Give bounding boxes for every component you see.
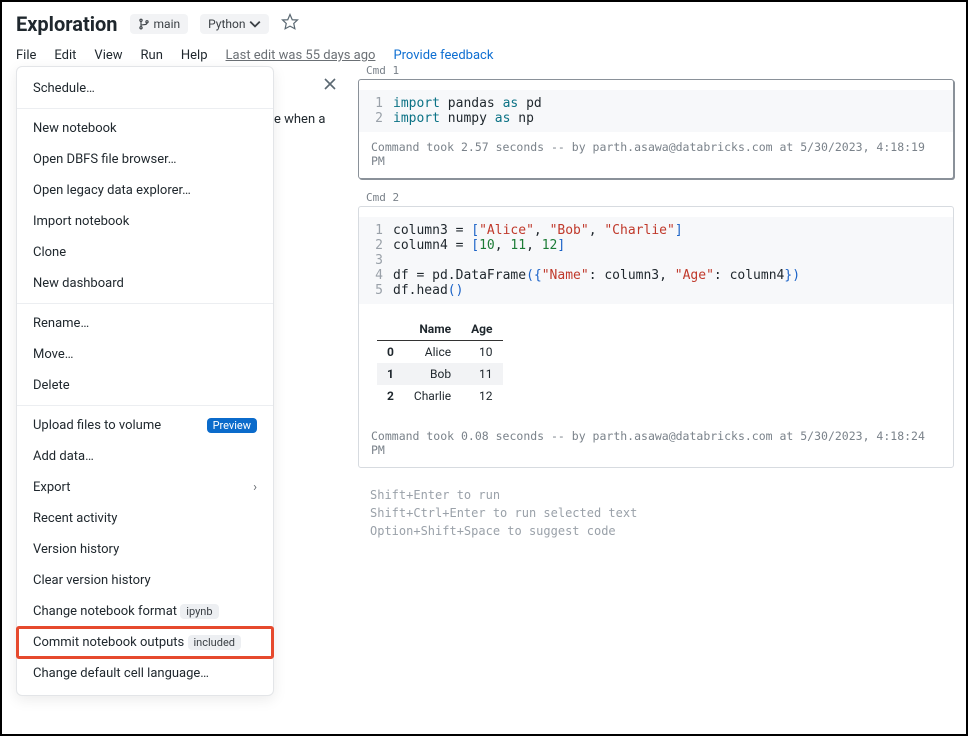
format-badge: ipynb (180, 604, 218, 619)
menu-item-clone[interactable]: Clone (17, 237, 273, 268)
menu-view[interactable]: View (94, 48, 122, 63)
df-row-index: 2 (377, 385, 404, 407)
menu-item-move[interactable]: Move… (17, 339, 273, 370)
menu-item-add-data[interactable]: Add data… (17, 441, 273, 472)
preview-badge: Preview (207, 418, 257, 433)
cell-status: Command took 2.57 seconds -- by parth.as… (359, 132, 953, 178)
hint-line: Shift+Ctrl+Enter to run selected text (370, 504, 942, 522)
menu-item-upload-volume[interactable]: Upload files to volume Preview (17, 410, 273, 441)
code-line[interactable]: df.head() (393, 283, 463, 298)
notebook-title[interactable]: Exploration (16, 12, 118, 36)
line-number: 1 (359, 223, 393, 238)
code-line[interactable]: import numpy as np (393, 111, 534, 126)
menu-item-schedule[interactable]: Schedule… (17, 73, 273, 104)
df-row-index: 1 (377, 363, 404, 385)
menu-edit[interactable]: Edit (54, 48, 76, 63)
notebook-header: Exploration main Python File Edit View R… (2, 2, 966, 71)
df-cell: Charlie (404, 385, 461, 407)
dataframe-output: NameAge 0Alice10 1Bob11 2Charlie12 (377, 318, 503, 407)
cell-status: Command took 0.08 seconds -- by parth.as… (359, 421, 953, 467)
menu-item-delete[interactable]: Delete (17, 370, 273, 401)
cell-label: Cmd 2 (358, 189, 954, 206)
df-column-header: Name (404, 318, 461, 341)
menu-file[interactable]: File (16, 48, 36, 63)
branch-name: main (154, 17, 181, 31)
commit-outputs-badge: included (188, 635, 242, 650)
code-cell-1[interactable]: 1import pandas as pd2import numpy as np … (358, 79, 954, 179)
menu-help[interactable]: Help (181, 48, 208, 63)
menu-item-export[interactable]: Export › (17, 472, 273, 503)
language-chip[interactable]: Python (200, 14, 269, 34)
df-cell: 11 (461, 363, 502, 385)
line-number: 3 (359, 253, 393, 268)
menu-item-open-dbfs[interactable]: Open DBFS file browser… (17, 144, 273, 175)
line-number: 1 (359, 96, 393, 111)
last-edit-link[interactable]: Last edit was 55 days ago (226, 48, 376, 63)
menu-item-change-lang[interactable]: Change default cell language… (17, 658, 273, 689)
code-editor[interactable]: 1column3 = ["Alice", "Bob", "Charlie"]2c… (359, 217, 953, 304)
df-cell: Alice (404, 341, 461, 364)
df-cell: 12 (461, 385, 502, 407)
menu-item-version-history[interactable]: Version history (17, 534, 273, 565)
close-icon[interactable] (322, 76, 338, 96)
menu-item-clear-version[interactable]: Clear version history (17, 565, 273, 596)
code-line[interactable]: column4 = [10, 11, 12] (393, 238, 565, 253)
keyboard-hints: Shift+Enter to runShift+Ctrl+Enter to ru… (358, 478, 954, 548)
branch-icon (138, 18, 150, 30)
code-line[interactable]: column3 = ["Alice", "Bob", "Charlie"] (393, 223, 683, 238)
branch-chip[interactable]: main (130, 14, 189, 34)
chevron-right-icon: › (253, 480, 257, 495)
menu-item-open-legacy[interactable]: Open legacy data explorer… (17, 175, 273, 206)
background-text-fragment: e when a (274, 112, 325, 127)
hint-line: Shift+Enter to run (370, 486, 942, 504)
language-name: Python (208, 17, 245, 31)
chevron-down-icon (249, 18, 261, 30)
star-icon[interactable] (281, 13, 299, 35)
line-number: 2 (359, 238, 393, 253)
df-cell: Bob (404, 363, 461, 385)
menu-item-import-notebook[interactable]: Import notebook (17, 206, 273, 237)
line-number: 4 (359, 268, 393, 283)
code-cell-2[interactable]: 1column3 = ["Alice", "Bob", "Charlie"]2c… (358, 206, 954, 468)
code-line[interactable]: import pandas as pd (393, 96, 542, 111)
menu-item-rename[interactable]: Rename… (17, 308, 273, 339)
df-column-header: Age (461, 318, 502, 341)
df-row-index: 0 (377, 341, 404, 364)
menu-run[interactable]: Run (141, 48, 163, 63)
menu-item-new-dashboard[interactable]: New dashboard (17, 268, 273, 299)
notebook-body: Cmd 1 1import pandas as pd2import numpy … (358, 62, 954, 724)
line-number: 2 (359, 111, 393, 126)
menu-item-new-notebook[interactable]: New notebook (17, 113, 273, 144)
feedback-link[interactable]: Provide feedback (393, 48, 493, 63)
menu-item-change-format[interactable]: Change notebook format ipynb (17, 596, 273, 627)
line-number: 5 (359, 283, 393, 298)
file-menu-dropdown: Schedule… New notebook Open DBFS file br… (16, 66, 274, 696)
menu-item-commit-outputs[interactable]: Commit notebook outputs included (17, 627, 273, 658)
menu-item-recent-activity[interactable]: Recent activity (17, 503, 273, 534)
df-cell: 10 (461, 341, 502, 364)
hint-line: Option+Shift+Space to suggest code (370, 522, 942, 540)
code-line[interactable]: df = pd.DataFrame({"Name": column3, "Age… (393, 268, 800, 283)
code-editor[interactable]: 1import pandas as pd2import numpy as np (359, 90, 953, 132)
cell-label: Cmd 1 (358, 62, 954, 79)
